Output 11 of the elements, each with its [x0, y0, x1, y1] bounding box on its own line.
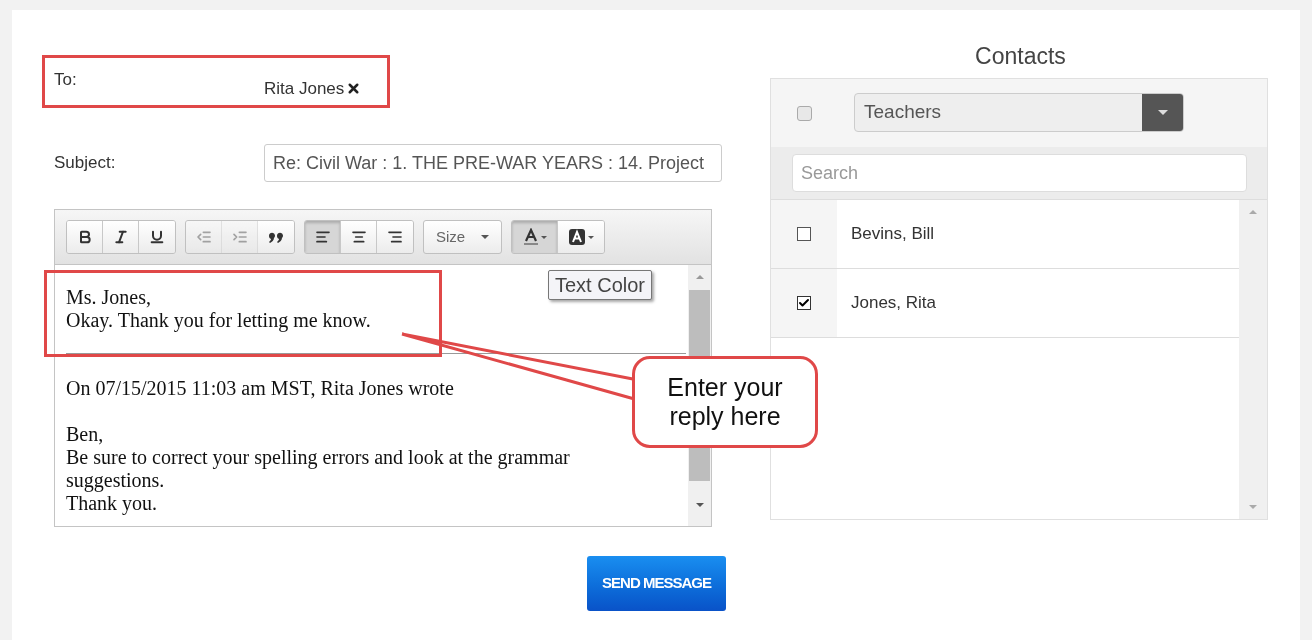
recipient-name: Rita Jones — [264, 78, 345, 100]
to-label: To: — [54, 69, 78, 91]
quoted-text: Be sure to correct your spelling errors and look at the grammar suggestions. — [66, 446, 571, 492]
callout-tooltip: Enter your reply here — [632, 356, 818, 448]
quoted-text: Ben, — [66, 423, 105, 446]
tooltip: Text Color — [548, 270, 653, 300]
contact-name: Bevins, Bill — [850, 223, 935, 246]
subject-label: Subject: — [54, 152, 117, 175]
contacts-title: Contacts — [974, 42, 1067, 71]
contact-name: Jones, Rita — [850, 292, 937, 315]
quoted-text: Thank you. — [66, 492, 159, 515]
